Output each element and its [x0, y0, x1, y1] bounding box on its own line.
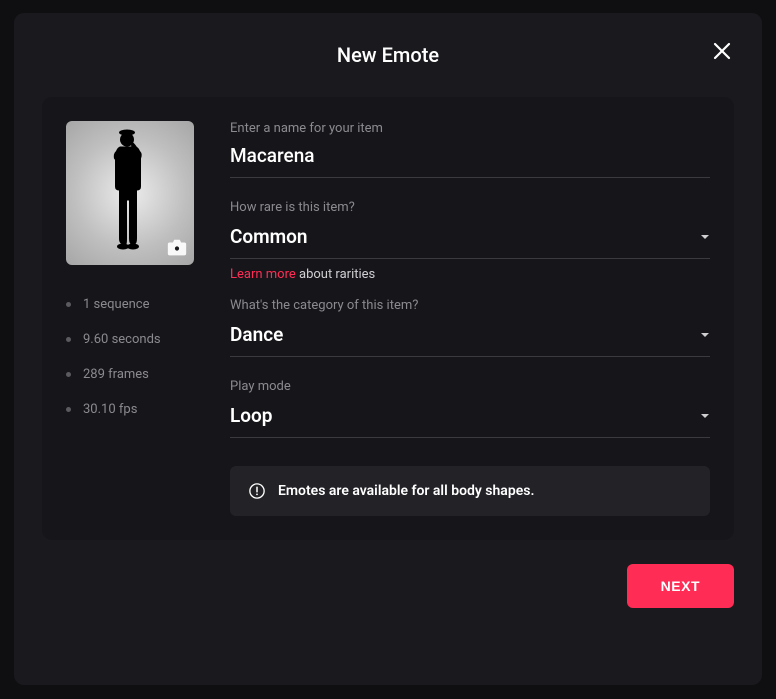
playmode-label: Play mode [230, 379, 710, 394]
rarities-help: Learn more about rarities [230, 267, 710, 282]
bullet-icon [66, 372, 71, 377]
playmode-field: Play mode Loop [230, 379, 710, 438]
bullet-icon [66, 337, 71, 342]
name-label: Enter a name for your item [230, 121, 710, 136]
about-rarities-text: about rarities [296, 267, 375, 282]
name-field: Enter a name for your item [230, 121, 710, 178]
close-button[interactable] [710, 39, 734, 63]
bullet-icon [66, 407, 71, 412]
rarity-field: How rare is this item? Common [230, 200, 710, 259]
stat-fps: 30.10 fps [83, 402, 137, 417]
info-icon [248, 482, 266, 500]
stat-sequence: 1 sequence [83, 297, 149, 312]
rarity-label: How rare is this item? [230, 200, 710, 215]
content-card: 1 sequence 9.60 seconds 289 frames 30.10… [42, 97, 734, 540]
learn-more-link[interactable]: Learn more [230, 267, 296, 282]
bullet-icon [66, 302, 71, 307]
new-emote-modal: New Emote [14, 13, 762, 685]
left-column: 1 sequence 9.60 seconds 289 frames 30.10… [66, 121, 194, 516]
info-message: Emotes are available for all body shapes… [278, 483, 534, 499]
modal-title: New Emote [337, 43, 439, 67]
list-item: 9.60 seconds [66, 332, 194, 347]
list-item: 289 frames [66, 367, 194, 382]
list-item: 30.10 fps [66, 402, 194, 417]
modal-header: New Emote [42, 37, 734, 73]
rarity-value: Common [230, 225, 308, 248]
playmode-value: Loop [230, 404, 272, 427]
list-item: 1 sequence [66, 297, 194, 312]
silhouette-icon [95, 129, 165, 253]
category-value: Dance [230, 323, 283, 346]
rarity-dropdown[interactable]: Common [230, 221, 710, 259]
chevron-down-icon [700, 232, 710, 242]
playmode-dropdown[interactable]: Loop [230, 400, 710, 438]
info-bar: Emotes are available for all body shapes… [230, 466, 710, 516]
chevron-down-icon [700, 411, 710, 421]
close-icon [710, 39, 734, 63]
emote-thumbnail[interactable] [66, 121, 194, 265]
next-button[interactable]: NEXT [627, 564, 734, 608]
stat-duration: 9.60 seconds [83, 332, 161, 347]
stats-list: 1 sequence 9.60 seconds 289 frames 30.10… [66, 297, 194, 417]
right-column: Enter a name for your item How rare is t… [230, 121, 710, 516]
modal-footer: NEXT [42, 564, 734, 608]
name-input-row [230, 142, 710, 178]
stat-frames: 289 frames [83, 367, 149, 382]
category-label: What's the category of this item? [230, 298, 710, 313]
chevron-down-icon [700, 330, 710, 340]
category-field: What's the category of this item? Dance [230, 298, 710, 357]
name-input[interactable] [230, 144, 710, 167]
category-dropdown[interactable]: Dance [230, 319, 710, 357]
camera-icon [166, 237, 188, 259]
